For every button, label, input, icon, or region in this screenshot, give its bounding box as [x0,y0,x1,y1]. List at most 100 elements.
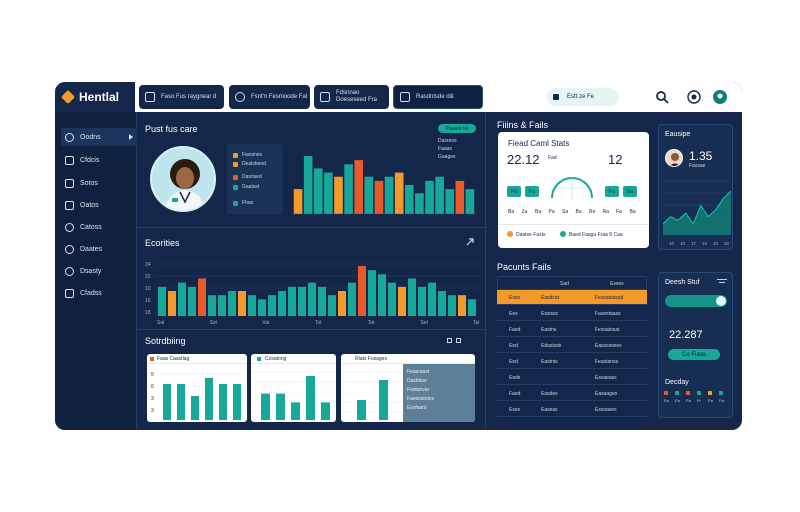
dash-stats-button[interactable]: Co Fiaas [668,349,720,360]
x-tick-label: Za [522,209,528,215]
stats-button[interactable]: Ga [623,186,637,197]
sort-icon[interactable] [717,278,727,286]
chart-bar [455,180,465,214]
legend-swatch [675,391,679,395]
schedule-card-2[interactable]: Cosatong [251,354,336,422]
chart-bar [205,378,213,420]
sidebar: Oodns Cfdcis Sotos Oatos Catoss Daates D… [55,112,137,430]
progress-toggle[interactable] [665,295,727,307]
legend-item: Dealsbeed [233,161,266,167]
chart-bar [394,172,404,214]
stats-button[interactable]: Fa [605,186,619,197]
table-row[interactable]: Eed Edasisds Easssssees [497,338,647,353]
sidebar-item-catoss[interactable]: Catoss [61,218,137,236]
x-tick-label: Fa [616,209,622,215]
list-item[interactable]: Essfaant [407,404,434,413]
schedule-card-1[interactable]: Faas Caastlag 5 6 3 3 [147,354,247,422]
table-row[interactable]: Eses Easeas Essoases [497,402,647,417]
chart-bar [158,286,166,316]
search-icon[interactable] [655,90,669,104]
list-item[interactable]: Faessatotes [407,395,434,404]
table-cell: Faed [509,391,521,397]
sidebar-item-cfdcis[interactable]: Cfdcis [61,151,137,169]
logo[interactable]: Hentlal [55,82,135,112]
tracker-panel[interactable]: Eausipe 1.35 Fassae 10 10 17 12 10 30 [658,124,733,250]
table-row[interactable]: Faed Eastns Fessatoast [497,322,647,337]
x-tick-label: Ba [630,209,636,215]
card-header: Faas Caastlag [147,354,247,364]
tab-3[interactable]: Fdsnnao Doeseseed Fra [314,85,389,109]
grid-toggle-icon[interactable] [447,338,452,343]
x-tick-label: Pa [549,209,555,215]
x-tick-label: 17 [691,241,697,246]
table-row[interactable]: Eed Eastnts Feastanss [497,354,647,369]
sidebar-item-sotos[interactable]: Sotos [61,174,137,192]
card-status-icon [257,357,261,361]
stats-card[interactable]: Fiead Caml Stats 22.12 12 Fad Fd Fa Fa G… [498,132,649,248]
table-cell: Fessastasad [595,295,624,301]
table-cell: Essaeass [595,375,617,381]
tracker-value: 1.35 [689,149,713,163]
sidebar-item-daates[interactable]: Daates [61,240,137,258]
app-window: Hentlal Faso Fus raygnear d Fsnt'n Fesmo… [55,82,742,430]
table-header-cell[interactable]: Sad [560,281,569,287]
dash-stats-value: 22.287 [669,329,703,341]
chart-bar [378,274,386,316]
info-icon [560,231,566,237]
expand-icon[interactable] [465,237,475,247]
panel-title-scheduling: Sotrdbiing [145,336,186,346]
chart-bar [435,176,444,214]
tab-2[interactable]: Fsnt'n Fesmoode Fal [229,85,310,109]
search-pill[interactable]: Estt ze Fe [547,88,619,106]
list-item[interactable]: Dasbtsor [407,377,434,386]
table-cell: Eses [509,295,521,301]
dash-footer-legend: Fa Fa Fa Fr Fa Fa [664,391,730,411]
gear-icon [65,266,74,276]
sidebar-item-oodns[interactable]: Oodns [61,128,137,146]
list-item[interactable]: Fostanvar [407,386,434,395]
table-cell: Edasisds [541,343,562,349]
profile-icon[interactable] [713,90,727,104]
tab-1[interactable]: Faso Fus raygnear d [139,85,224,109]
table-header-cell[interactable]: Esses [610,281,624,287]
patient-bar-chart [291,156,477,215]
tab-4[interactable]: Rasdntsde d& [393,85,483,109]
divider [137,227,485,228]
tracker-sub: Fassae [689,163,706,169]
table-row[interactable]: Eses Easdcat Fessastasad [497,290,647,305]
patient-filter-chip[interactable]: Paaent fal [438,124,476,133]
sidebar-item-cfadss[interactable]: Cfadss [61,284,137,302]
stats-footer-left: Daatse Fasts [516,232,546,238]
legend-label: Dealsbeed [242,161,266,167]
list-item[interactable]: Feasraast [407,368,434,377]
sidebar-item-oatos[interactable]: Oatos [61,196,137,214]
stats-footer-right: Baed Faagu Fraa 8 Caa [569,232,623,238]
legend-swatch [233,200,238,206]
table-row[interactable]: Ees Essisss Fasestaass [497,306,647,321]
legend-swatch [233,152,238,158]
doctor-portrait-icon [164,159,206,210]
schedule-list: Feasraast Dasbtsor Fostanvar Faessatotes… [403,364,475,422]
chart-bar [354,160,364,214]
chart-bar [178,282,186,316]
y-tick-label: 6 [151,384,154,390]
table-cell: Eed [509,343,518,349]
chart-bar [278,291,286,316]
table-row[interactable]: Faed Easdes Easaages [497,386,647,401]
schedule-card-3[interactable]: Rlats Fosages Feasraast Dasbtsor Fostanv… [341,354,475,422]
sidebar-item-dsasty[interactable]: Dsasty [61,262,137,280]
dash-stats-panel[interactable]: Deesh Stuf 22.287 Co Fiaas Decday Fa Fa … [658,272,733,418]
x-tick-label: 30 [724,241,730,246]
x-tick-label: 10 [680,241,686,246]
chart-bar [334,176,343,214]
settings-icon[interactable] [687,90,701,104]
scheduling-controls[interactable] [447,338,467,344]
table-row[interactable]: Eeds Essaeass [497,370,647,385]
stats-right-value: 12 [608,152,623,167]
stats-button[interactable]: Fa [525,186,539,197]
list-toggle-icon[interactable] [456,338,461,343]
panel-title-ecorities: Ecorities [145,238,180,248]
chart-bar [219,384,227,420]
stats-button[interactable]: Fd [507,186,521,197]
legend-item: Fassines [233,152,262,158]
